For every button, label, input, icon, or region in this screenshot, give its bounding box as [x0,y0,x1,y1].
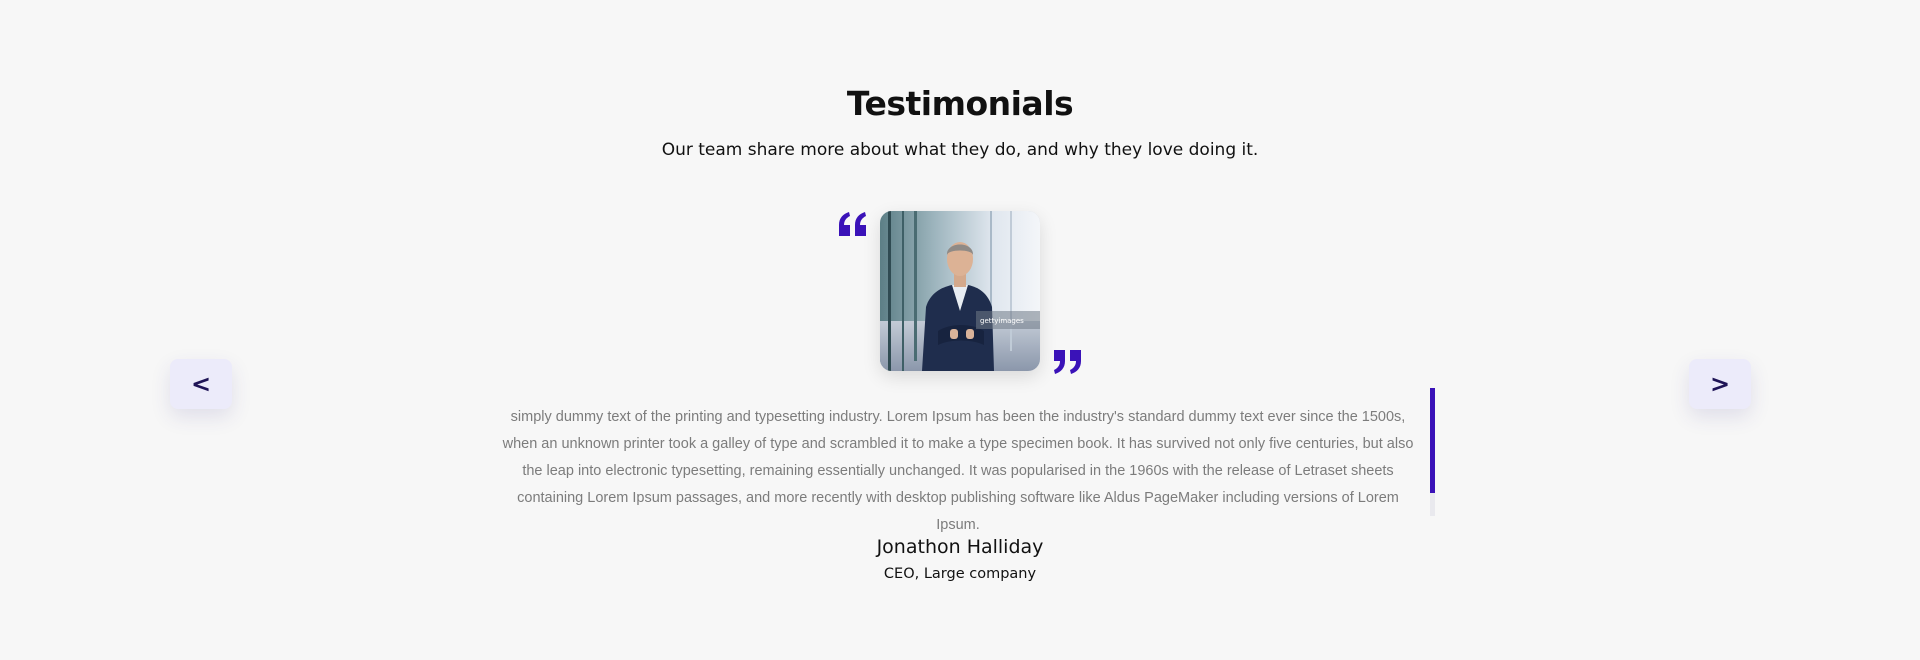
testimonial-text: simply dummy text of the printing and ty… [502,409,1414,533]
testimonial-scrollbar[interactable] [1430,388,1435,516]
svg-text:gettyimages: gettyimages [980,317,1024,325]
previous-button[interactable]: < [170,359,232,409]
scrollbar-thumb[interactable] [1430,388,1435,493]
open-quote-icon [838,210,868,238]
testimonials-section: Testimonials Our team share more about w… [0,0,1920,660]
section-title: Testimonials [846,84,1074,123]
next-label: > [1709,370,1731,398]
previous-label: < [190,370,212,398]
author-role: CEO, Large company [883,566,1037,582]
close-quote-icon [1052,348,1082,376]
next-button[interactable]: > [1689,359,1751,409]
author-photo: gettyimages [880,211,1040,371]
author-name: Jonathon Halliday [876,536,1044,558]
section-subtitle: Our team share more about what they do, … [661,140,1259,160]
